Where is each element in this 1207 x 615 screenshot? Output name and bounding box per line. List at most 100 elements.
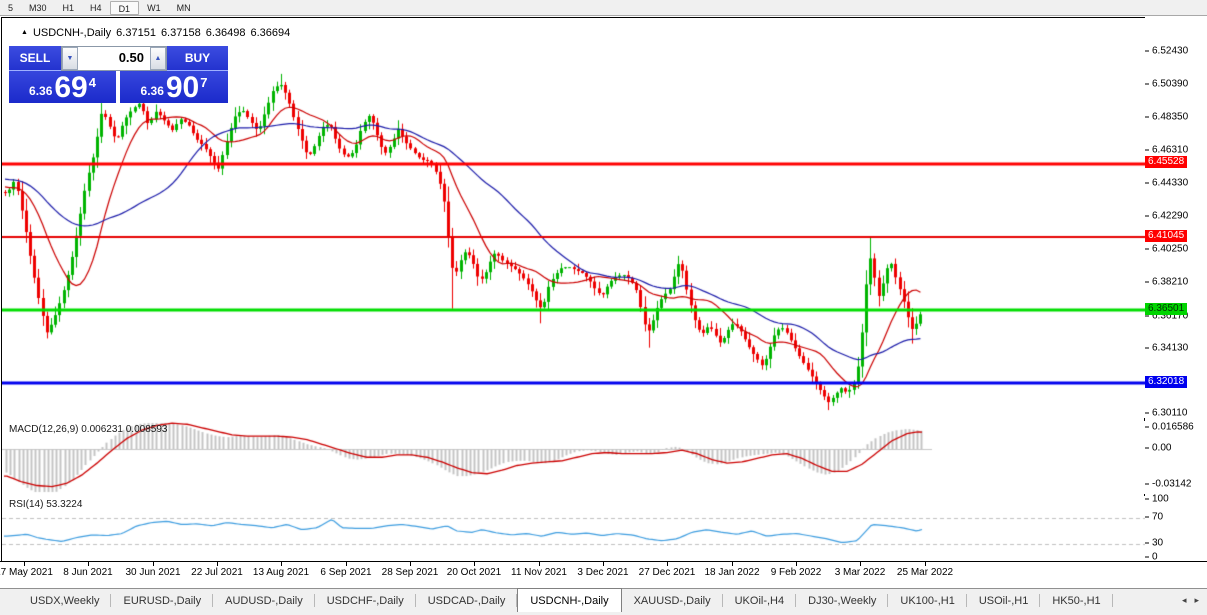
rsi-axis-tick: 70 [1145,512,1163,523]
collapse-triangle-icon[interactable]: ▲ [21,29,28,36]
price-level-badge-label: 6.41045 [1148,230,1185,241]
rsi-axis-tick-label: 100 [1152,493,1169,505]
date-axis-tick [539,562,540,566]
timeframe-label: H1 [62,2,75,13]
timeframe-button[interactable]: H1 [55,1,83,15]
chart-tab[interactable]: EURUSD-,Daily [111,589,213,612]
timeframe-button[interactable]: MN [169,1,199,15]
price-axis-tick: 6.42290 [1145,211,1188,222]
chart-tab-label: USOil-,H1 [978,594,1029,607]
macd-axis-tick: 0.016586 [1145,422,1194,433]
tick-dash [1145,215,1149,217]
date-axis-label: 6 Sep 2021 [320,567,372,578]
date-axis-tick [410,562,411,566]
tick-dash [1145,281,1149,283]
chart-tab-label: EURUSD-,Daily [123,594,202,607]
date-axis-label: 3 Mar 2022 [834,567,886,578]
date-axis-tick [925,562,926,566]
chart-tab[interactable]: UKOil-,H4 [723,589,797,612]
date-axis-label: 18 Jan 2022 [704,567,760,578]
tick-dash [1145,248,1149,250]
tab-scroll-controls: ◂ ▸ [1182,589,1207,612]
tab-scroll-right-icon[interactable]: ▸ [1194,595,1199,606]
chart-tab[interactable]: USDCHF-,Daily [315,589,416,612]
price-axis-tick: 6.44330 [1145,178,1188,189]
price-axis-tick: 6.46310 [1145,145,1188,156]
ohlc-open: 6.37151 [116,27,156,39]
date-axis-label: 8 Jun 2021 [63,567,113,578]
date-axis-tick [24,562,25,566]
date-axis-label: 28 Sep 2021 [381,567,439,578]
price-level-badge: 6.41045 [1145,230,1188,242]
chart-tab[interactable]: USDX,Weekly [18,589,112,612]
tick-dash [1145,315,1149,317]
tick-dash [1145,149,1149,151]
chart-tab[interactable]: USOil-,H1 [967,589,1041,612]
chart-tab[interactable]: USDCAD-,Daily [416,589,518,612]
date-axis[interactable]: 17 May 2021 8 Jun 2021 30 Jun 2021 22 Ju… [0,561,1207,588]
price-level-badge-label: 6.32018 [1148,376,1185,387]
date-axis-tick [217,562,218,566]
sell-button[interactable]: SELL [9,46,61,71]
volume-stepper: ▼ 0.50 ▲ [61,46,167,71]
timeframe-label: MN [176,2,191,13]
rsi-axis-tick: 100 [1145,494,1169,505]
tick-dash [1145,83,1149,85]
tab-scroll-left-icon[interactable]: ◂ [1182,595,1187,606]
date-axis-label: 11 Nov 2021 [511,567,567,578]
price-axis-tick-label: 6.34130 [1152,342,1189,354]
buy-button-label: BUY [184,51,211,65]
timeframe-button[interactable]: W1 [139,1,169,15]
chart-tab-label: AUDUSD-,Daily [225,594,303,607]
sell-price-button[interactable]: 6.36 69 4 [9,71,116,103]
buy-price-button[interactable]: 6.36 90 7 [120,71,228,103]
macd-indicator-label: MACD(12,26,9) 0.006231 0.008593 [9,424,168,435]
price-axis-tick-label: 6.50390 [1152,78,1189,90]
volume-input[interactable]: 0.50 [78,47,150,70]
price-axis-tick-label: 6.44330 [1152,177,1189,189]
chart-tab[interactable]: XAUUSD-,Daily [622,589,723,612]
chart-tab[interactable]: USDCNH-,Daily [517,588,622,612]
price-axis[interactable]: 6.52430 6.50390 6.48350 6.46310 6.44330 … [1145,17,1207,563]
chart-tab[interactable]: UK100-,H1 [888,589,968,612]
timeframe-button[interactable]: M30 [21,1,55,15]
macd-pane-canvas[interactable] [2,421,1145,494]
timeframe-button[interactable]: H4 [82,1,110,15]
chart-tab[interactable]: AUDUSD-,Daily [213,589,315,612]
date-axis-tick [860,562,861,566]
date-axis-tick [346,562,347,566]
date-axis-label: 20 Oct 2021 [446,567,502,578]
timeframe-label: D1 [118,3,131,14]
timeframe-button[interactable]: 5 [0,1,21,15]
chart-tab-label: DJ30-,Weekly [808,594,877,607]
volume-decrease-button[interactable]: ▼ [62,47,78,70]
chart-tab-bar: USDX,Weekly EURUSD-,Daily AUDUSD-,Daily … [0,588,1207,612]
buy-price-pip: 7 [200,75,208,90]
date-axis-label: 3 Dec 2021 [577,567,629,578]
price-level-badge: 6.32018 [1145,376,1188,388]
macd-axis-tick: -0.03142 [1145,479,1191,490]
tick-dash [1145,516,1149,518]
chart-tab-label: USDCNH-,Daily [530,594,609,607]
date-axis-tick [153,562,154,566]
macd-axis-tick-label: 0.016586 [1152,421,1194,433]
chart-tab[interactable]: DJ30-,Weekly [796,589,889,612]
date-axis-tick [796,562,797,566]
price-axis-tick-label: 6.42290 [1152,210,1189,222]
date-axis-tick [474,562,475,566]
rsi-pane-canvas[interactable] [2,496,1145,562]
date-axis-tick [281,562,282,566]
timeframe-button[interactable]: D1 [109,0,140,15]
macd-axis-tick-label: 0.00 [1152,442,1172,454]
sell-price-main: 69 [54,71,88,104]
spin-down-icon: ▼ [66,55,74,62]
volume-increase-button[interactable]: ▲ [150,47,166,70]
price-level-badge: 6.45528 [1145,156,1188,168]
chart-tab[interactable]: HK50-,H1 [1040,589,1113,612]
buy-price-main: 90 [165,71,200,104]
tick-dash [1145,447,1149,449]
chart-tab-label: USDCHF-,Daily [326,594,404,607]
price-axis-tick: 6.30110 [1145,408,1187,419]
rsi-axis-tick-label: 30 [1152,537,1164,549]
buy-button[interactable]: BUY [167,46,228,71]
